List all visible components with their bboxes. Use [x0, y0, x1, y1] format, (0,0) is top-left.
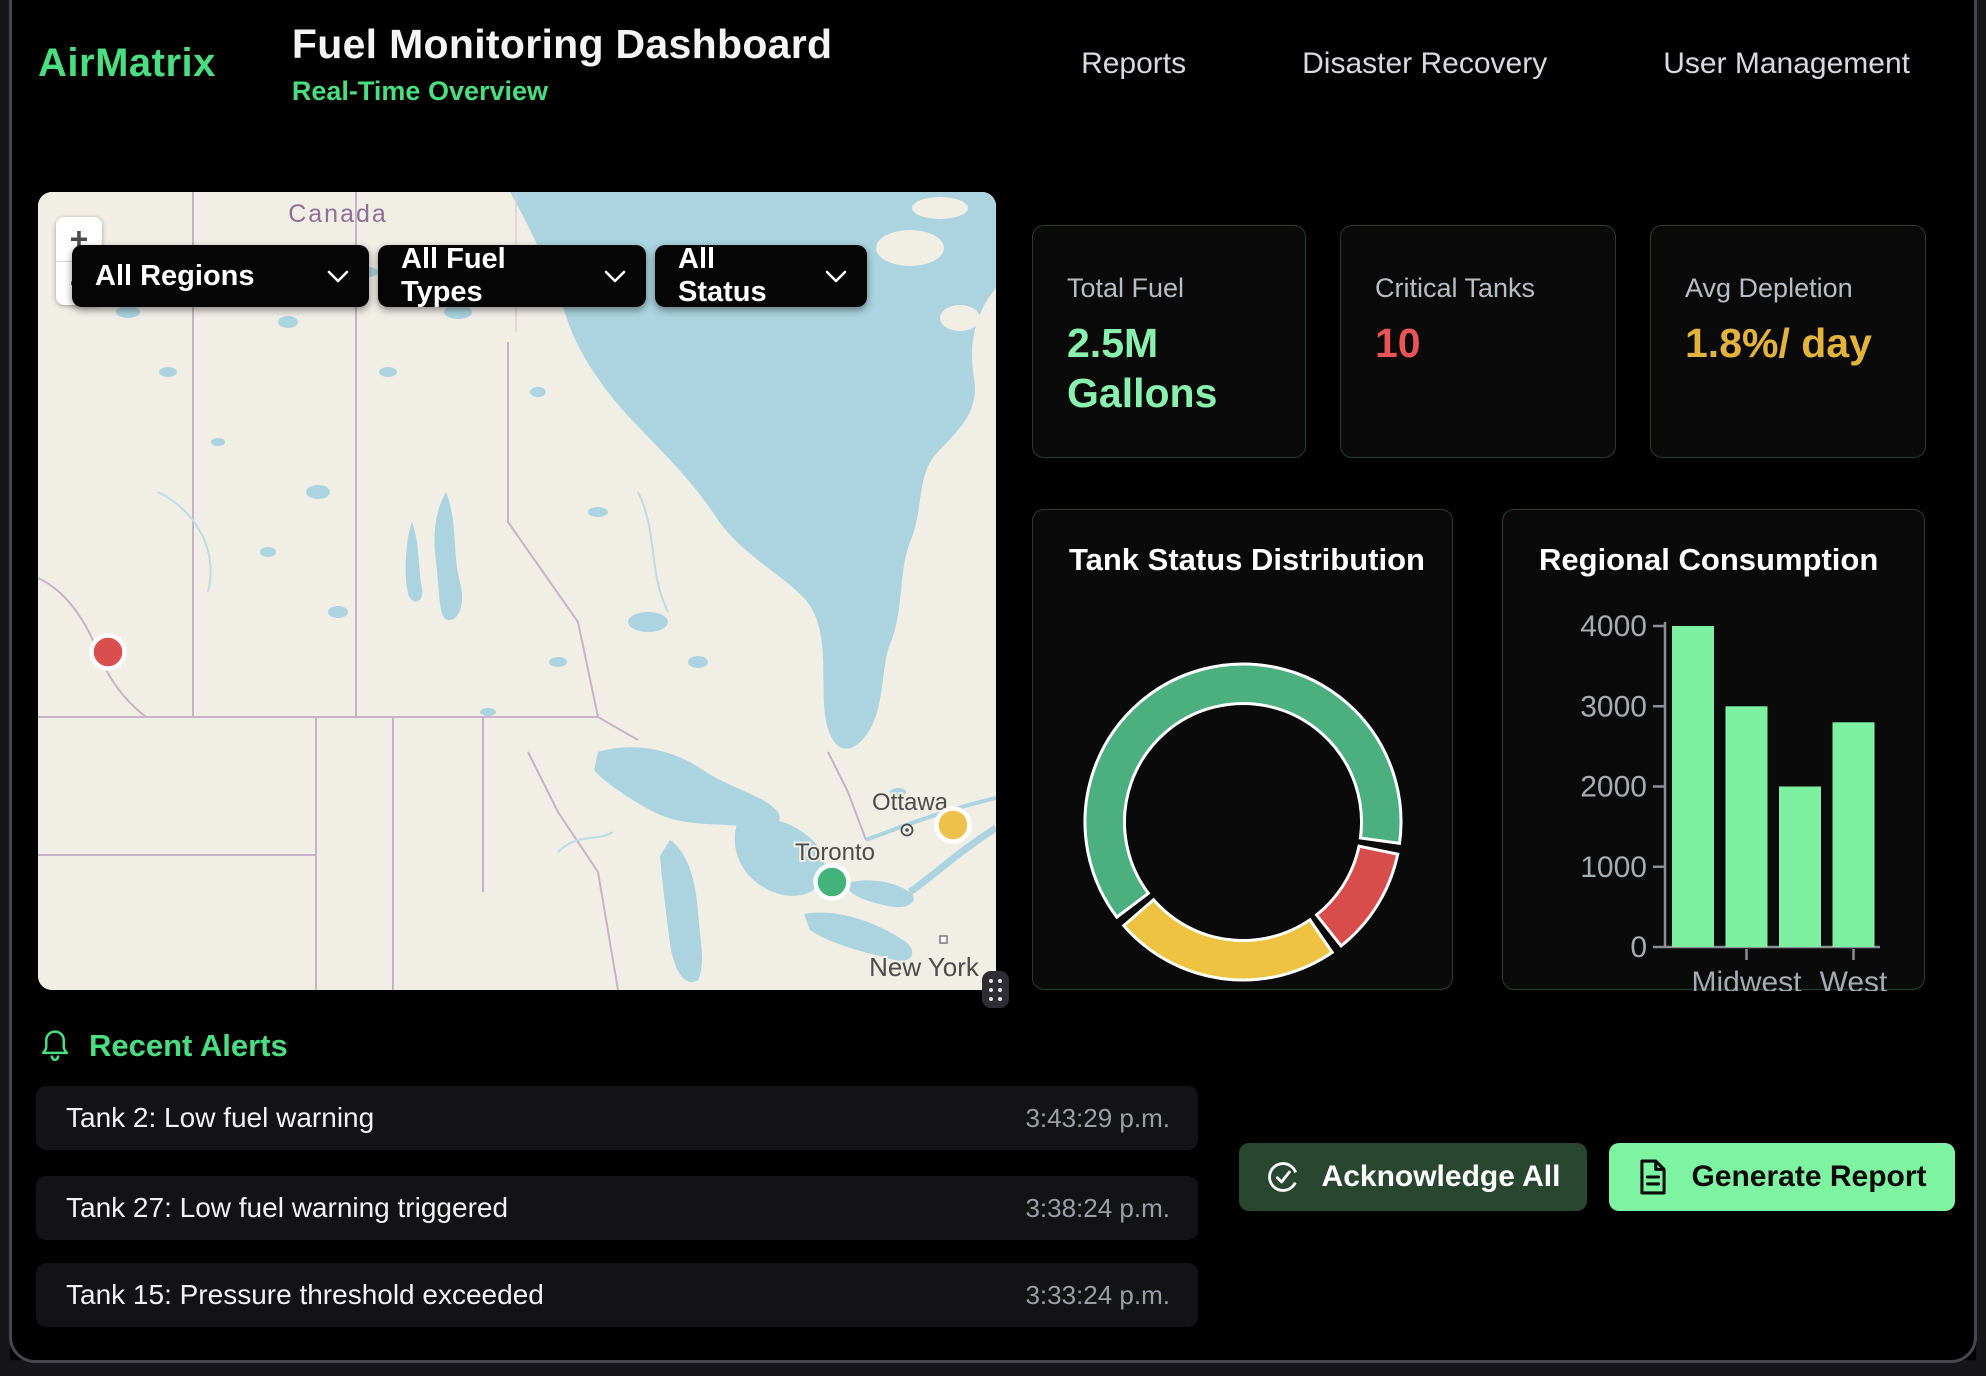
- map-island: [940, 305, 980, 331]
- y-tick-label: 1000: [1580, 851, 1647, 884]
- alert-message: Tank 27: Low fuel warning triggered: [66, 1192, 508, 1224]
- map-marker-critical[interactable]: [92, 636, 125, 669]
- regional-consumption-bar-chart: 0 1000 2000 3000 4000 Midwest West: [1503, 510, 1926, 991]
- alert-row[interactable]: Tank 2: Low fuel warning 3:43:29 p.m.: [36, 1086, 1198, 1150]
- alert-row[interactable]: Tank 27: Low fuel warning triggered 3:38…: [36, 1176, 1198, 1240]
- map-panel[interactable]: Canada Ottawa Toronto New York + − All R…: [38, 192, 996, 990]
- bar-3[interactable]: [1833, 722, 1875, 947]
- main-nav: Reports Disaster Recovery User Managemen…: [1081, 47, 1974, 81]
- window-edge-left: [0, 0, 10, 1376]
- y-tick-label: 4000: [1580, 610, 1647, 643]
- map-label-toronto: Toronto: [795, 839, 875, 866]
- region-filter-dropdown[interactable]: All Regions: [72, 245, 369, 307]
- acknowledge-all-button[interactable]: Acknowledge All: [1239, 1143, 1587, 1211]
- chevron-down-icon: [327, 269, 349, 283]
- header: AirMatrix Fuel Monitoring Dashboard Real…: [12, 0, 1974, 127]
- alerts-header: Recent Alerts: [40, 1028, 288, 1064]
- regional-consumption-panel: Regional Consumption 01000200030004000Mi…: [1502, 509, 1925, 990]
- stat-value: 2.5M Gallons: [1067, 318, 1267, 418]
- brand-logo: AirMatrix: [38, 41, 216, 86]
- donut-segment-critical[interactable]: [1317, 846, 1398, 946]
- x-tick-label: Midwest: [1691, 966, 1802, 991]
- map-town-symbol-ottawa-dot: [905, 828, 909, 832]
- nav-user-management[interactable]: User Management: [1663, 47, 1910, 81]
- map-marker-warning[interactable]: [937, 809, 970, 842]
- map-filters: All Regions All Fuel Types All Status: [72, 245, 867, 307]
- y-tick-label: 0: [1630, 931, 1647, 964]
- stat-label: Critical Tanks: [1375, 273, 1581, 304]
- window-edge-bottom: [0, 1361, 1986, 1376]
- nav-reports[interactable]: Reports: [1081, 47, 1186, 81]
- map-island: [876, 230, 944, 266]
- stat-value: 10: [1375, 318, 1575, 368]
- map-town-symbol-new-york: [940, 936, 947, 943]
- nav-disaster-recovery[interactable]: Disaster Recovery: [1302, 47, 1547, 81]
- y-tick-label: 3000: [1580, 690, 1647, 723]
- status-filter-value: All Status: [678, 243, 811, 309]
- stat-card-avg-depletion: Avg Depletion 1.8%/ day: [1650, 225, 1926, 458]
- generate-report-button[interactable]: Generate Report: [1609, 1143, 1955, 1211]
- map-label-ottawa: Ottawa: [872, 789, 949, 816]
- map-marker-normal[interactable]: [816, 866, 849, 899]
- stat-value: 1.8%/ day: [1685, 318, 1885, 368]
- map-label-canada: Canada: [288, 200, 388, 228]
- x-tick-label: West: [1820, 966, 1888, 991]
- map-label-new-york: New York: [869, 952, 980, 982]
- tank-status-donut-chart: [1033, 510, 1454, 991]
- generate-report-label: Generate Report: [1691, 1160, 1926, 1194]
- alert-message: Tank 15: Pressure threshold exceeded: [66, 1279, 544, 1311]
- page-title: Fuel Monitoring Dashboard: [292, 21, 832, 68]
- bell-icon: [40, 1029, 70, 1063]
- alerts-heading: Recent Alerts: [89, 1028, 288, 1064]
- bar-2[interactable]: [1779, 787, 1821, 948]
- donut-segment-warning[interactable]: [1124, 900, 1332, 980]
- chevron-down-icon: [825, 269, 847, 283]
- status-filter-dropdown[interactable]: All Status: [655, 245, 867, 307]
- tank-status-panel: Tank Status Distribution: [1032, 509, 1453, 990]
- alert-row[interactable]: Tank 15: Pressure threshold exceeded 3:3…: [36, 1263, 1198, 1327]
- document-icon: [1637, 1159, 1669, 1195]
- map-canvas[interactable]: Canada Ottawa Toronto New York: [38, 192, 996, 990]
- stat-card-critical-tanks: Critical Tanks 10: [1340, 225, 1616, 458]
- alert-timestamp: 3:33:24 p.m.: [1025, 1280, 1170, 1311]
- page-subtitle: Real-Time Overview: [292, 76, 832, 107]
- alert-message: Tank 2: Low fuel warning: [66, 1102, 374, 1134]
- y-tick-label: 2000: [1580, 771, 1647, 804]
- bar-0[interactable]: [1672, 626, 1714, 947]
- fuel-type-filter-dropdown[interactable]: All Fuel Types: [378, 245, 646, 307]
- bar-1[interactable]: [1726, 706, 1768, 947]
- fuel-type-filter-value: All Fuel Types: [401, 243, 590, 309]
- alert-timestamp: 3:43:29 p.m.: [1025, 1103, 1170, 1134]
- check-circle-icon: [1266, 1160, 1300, 1194]
- alert-timestamp: 3:38:24 p.m.: [1025, 1193, 1170, 1224]
- stat-card-total-fuel: Total Fuel 2.5M Gallons: [1032, 225, 1306, 458]
- chevron-down-icon: [604, 269, 626, 283]
- title-block: Fuel Monitoring Dashboard Real-Time Over…: [292, 21, 832, 107]
- window-edge-right: [1977, 0, 1986, 1376]
- acknowledge-all-label: Acknowledge All: [1322, 1160, 1561, 1194]
- map-resize-handle[interactable]: [982, 971, 1009, 1008]
- stat-label: Avg Depletion: [1685, 273, 1891, 304]
- map-island: [912, 197, 968, 219]
- stat-label: Total Fuel: [1067, 273, 1271, 304]
- region-filter-value: All Regions: [95, 260, 255, 293]
